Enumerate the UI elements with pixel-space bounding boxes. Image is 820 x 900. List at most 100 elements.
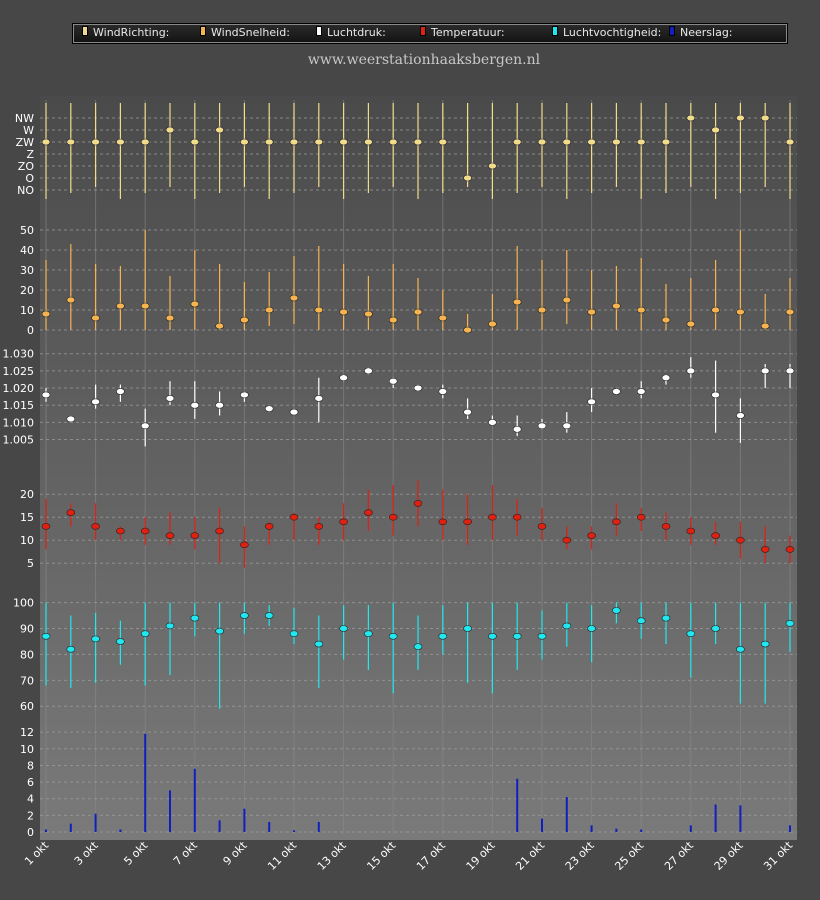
legend-label: WindSnelheid: (211, 26, 290, 39)
x-tick-label: 1 okt (22, 838, 51, 867)
y-tick-label-luchtvochtigheid: 80 (20, 648, 34, 661)
data-point (587, 138, 596, 146)
x-tick-label: 15 okt (364, 838, 398, 872)
y-tick-label-temperatuur: 15 (20, 511, 34, 524)
data-point (612, 607, 621, 614)
data-point (562, 138, 572, 146)
data-point (512, 425, 522, 433)
data-point (587, 625, 596, 632)
data-point (512, 513, 522, 521)
data-point (537, 523, 547, 530)
data-point (438, 388, 448, 395)
data-point (463, 326, 472, 334)
data-point (661, 374, 671, 382)
x-tick-label: 5 okt (121, 838, 150, 867)
precip-bar (218, 820, 221, 832)
y-tick-label-neerslag: 2 (27, 809, 34, 822)
data-point (661, 316, 671, 324)
data-point (140, 527, 150, 535)
data-point (364, 138, 373, 146)
x-tick-label: 11 okt (265, 838, 299, 872)
data-point (686, 114, 696, 122)
legend-swatch (200, 26, 206, 36)
data-point (537, 138, 547, 146)
data-point (339, 374, 348, 382)
data-point (165, 622, 175, 630)
legend-item-luchtdruk: Luchtdruk: (316, 26, 386, 39)
data-point (339, 308, 348, 316)
precip-bar (94, 813, 97, 832)
y-tick-label-luchtdruk: 1.020 (3, 382, 35, 395)
chart-legend: WindRichting: WindSnelheid: Luchtdruk: Temp… (73, 24, 787, 43)
data-point (438, 138, 448, 146)
data-point (91, 138, 100, 146)
y-tick-label-windsnelheid: 10 (20, 304, 34, 317)
data-point (562, 422, 572, 430)
y-tick-label-windsnelheid: 40 (20, 244, 34, 257)
data-point (785, 138, 795, 146)
data-point (736, 114, 745, 122)
data-point (264, 612, 274, 619)
y-tick-label-neerslag: 0 (27, 826, 34, 839)
y-tick-label-wind-direction: NO (17, 184, 34, 197)
data-point (66, 296, 76, 304)
data-point (587, 532, 596, 539)
data-point (240, 612, 249, 619)
data-point (785, 308, 795, 316)
data-point (240, 316, 249, 324)
data-point (41, 391, 51, 399)
precip-bar (640, 829, 643, 832)
data-point (215, 627, 224, 635)
data-point (339, 625, 348, 632)
data-point (488, 513, 497, 521)
data-point (364, 509, 373, 516)
x-tick-label: 7 okt (171, 838, 200, 867)
data-point (140, 630, 150, 637)
data-point (587, 398, 596, 406)
data-point (91, 398, 100, 406)
precip-bar (144, 733, 147, 832)
precip-bar (615, 828, 618, 832)
data-point (215, 527, 224, 535)
precip-bar (714, 804, 717, 832)
legend-item-windsnelheid: WindSnelheid: (200, 26, 290, 39)
precip-bar (45, 829, 47, 832)
data-point (612, 138, 621, 146)
data-point (289, 513, 299, 521)
legend-item-temperatuur: Temperatuur: (420, 26, 505, 39)
data-point (140, 302, 150, 310)
legend-label: Luchtdruk: (327, 26, 386, 39)
legend-swatch (316, 26, 322, 36)
data-point (190, 300, 200, 308)
data-point (91, 523, 100, 530)
y-tick-label-luchtvochtigheid: 60 (20, 700, 34, 713)
data-point (116, 527, 125, 535)
data-point (488, 632, 497, 640)
x-tick-label: 9 okt (221, 838, 250, 867)
precip-bar (317, 822, 320, 832)
y-tick-label-temperatuur: 10 (20, 534, 34, 547)
precip-bar (243, 808, 246, 832)
data-point (785, 546, 795, 553)
precip-bar (739, 805, 742, 832)
data-point (314, 138, 324, 146)
data-point (636, 306, 646, 314)
data-point (413, 643, 423, 650)
data-point (41, 310, 51, 318)
y-tick-label-luchtvochtigheid: 100 (13, 597, 34, 610)
data-point (562, 622, 572, 630)
precip-bar (69, 823, 72, 832)
data-point (562, 296, 572, 304)
y-tick-label-luchtdruk: 1.005 (3, 434, 35, 447)
data-point (289, 294, 299, 302)
legend-label: Neerslag: (680, 26, 733, 39)
data-point (165, 314, 175, 322)
data-point (711, 306, 720, 314)
data-point (215, 126, 224, 134)
y-tick-label-luchtdruk: 1.010 (3, 416, 35, 429)
data-point (512, 138, 522, 146)
data-point (587, 308, 596, 316)
legend-label: Temperatuur: (431, 26, 505, 39)
data-point (264, 306, 274, 314)
precip-bar (590, 825, 593, 832)
